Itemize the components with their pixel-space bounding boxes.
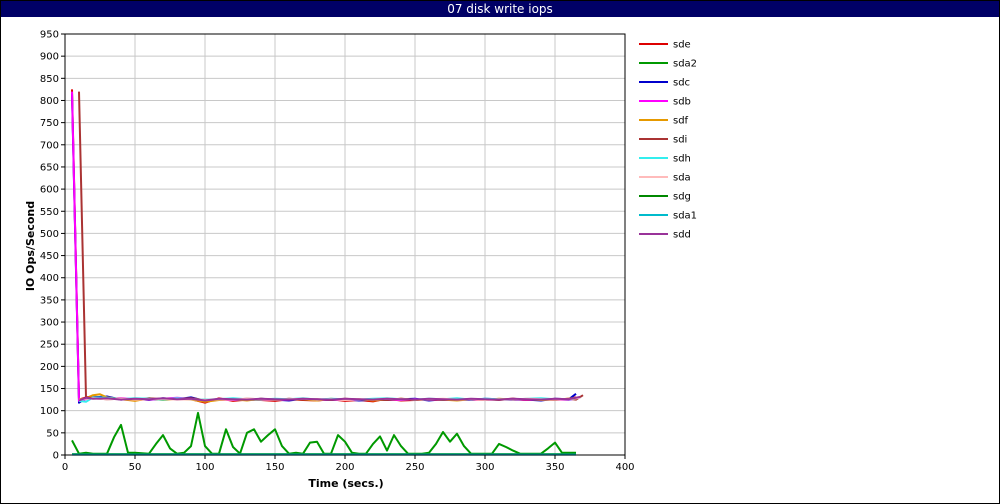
y-tick-label: 100: [40, 406, 59, 417]
y-tick-label: 50: [46, 428, 59, 439]
y-tick-label: 550: [40, 207, 59, 218]
legend-label-sda2: sda2: [673, 59, 697, 70]
y-tick-label: 750: [40, 118, 59, 129]
legend-label-sdi: sdi: [673, 135, 687, 146]
y-tick-label: 250: [40, 340, 59, 351]
legend-label-sdf: sdf: [673, 116, 689, 127]
y-tick-label: 400: [40, 273, 59, 284]
y-tick-label: 350: [40, 295, 59, 306]
legend-label-sdd: sdd: [673, 230, 691, 241]
legend: sde sda2 sdc sdb sdf sdi sdh sda sdg sda1 sdd: [639, 40, 697, 241]
y-tick-label: 600: [40, 185, 59, 196]
y-tick-label: 450: [40, 251, 59, 262]
y-tick-label: 150: [40, 384, 59, 395]
legend-label-sdb: sdb: [673, 97, 691, 108]
x-tick-label: 250: [405, 462, 424, 473]
y-tick-label: 500: [40, 229, 59, 240]
legend-label-sdc: sdc: [673, 78, 690, 89]
x-tick-label: 350: [545, 462, 564, 473]
y-tick-label: 0: [53, 451, 59, 462]
chart-frame: 07 disk write iops 0 50 100 150 200 250 300 350…: [0, 0, 1000, 504]
chart-svg: 0 50 100 150 200 250 300 350 400 0 50 100 150 200 250 3…: [24, 30, 697, 491]
x-tick-label: 50: [129, 462, 142, 473]
y-tick-label: 900: [40, 52, 59, 63]
x-tick-label: 300: [475, 462, 494, 473]
y-axis-label: IO Ops/Second: [24, 201, 37, 291]
legend-label-sde: sde: [673, 40, 691, 51]
y-tick-label: 850: [40, 74, 59, 85]
y-tick-label: 200: [40, 362, 59, 373]
x-tick-label: 0: [62, 462, 68, 473]
y-tick-label: 650: [40, 162, 59, 173]
x-tick-label: 100: [195, 462, 214, 473]
y-tick-label: 700: [40, 140, 59, 151]
x-tick-label: 400: [615, 462, 634, 473]
x-axis-label: Time (secs.): [308, 477, 383, 490]
y-tick-label: 300: [40, 318, 59, 329]
legend-label-sda: sda: [673, 173, 691, 184]
legend-label-sdg: sdg: [673, 192, 691, 203]
x-tick-label: 200: [335, 462, 354, 473]
x-tick-label: 150: [265, 462, 284, 473]
legend-label-sda1: sda1: [673, 211, 697, 222]
legend-label-sdh: sdh: [673, 154, 691, 165]
y-tick-label: 800: [40, 96, 59, 107]
y-tick-label: 950: [40, 30, 59, 41]
